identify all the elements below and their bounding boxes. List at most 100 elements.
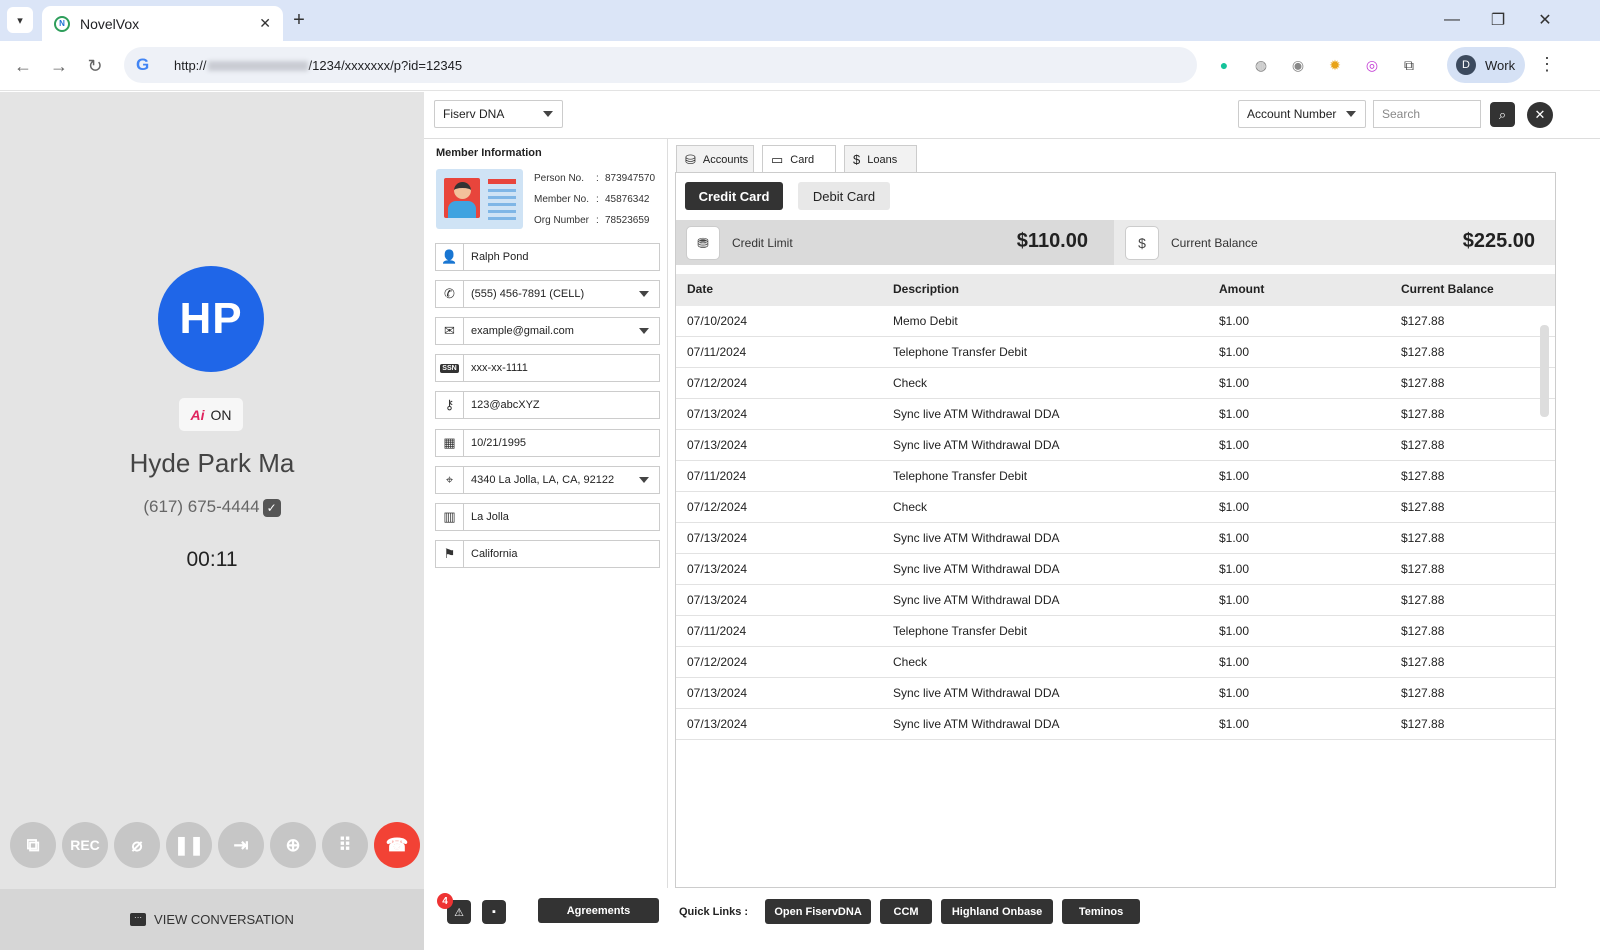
close-panel-button[interactable]: ✕ — [1527, 102, 1553, 128]
globe-icon[interactable]: ◍ — [1250, 54, 1272, 76]
search-button[interactable]: ⌕ — [1490, 102, 1515, 127]
table-row[interactable]: 07/10/2024 Memo Debit $1.00 $127.88 — [676, 306, 1555, 337]
mute-button[interactable]: ⌀ — [114, 822, 160, 868]
forward-arrow-icon[interactable]: → — [47, 54, 71, 78]
table-row[interactable]: 07/13/2024 Sync live ATM Withdrawal DDA $1… — [676, 709, 1555, 740]
caller-number-row: (617) 675-4444 ✓ — [0, 497, 424, 517]
tab-loans[interactable]: $ Loans — [844, 145, 917, 173]
chevron-down-icon[interactable] — [639, 291, 649, 297]
cell-description: Telephone Transfer Debit — [893, 345, 1028, 359]
table-row[interactable]: 07/13/2024 Sync live ATM Withdrawal DDA $1… — [676, 678, 1555, 709]
transfer-button[interactable]: ⇥ — [218, 822, 264, 868]
money-bag-icon: $ — [853, 152, 861, 167]
key-icon: ⚷ — [436, 392, 464, 418]
dialpad-icon: ⠿ — [338, 834, 352, 855]
dialpad-button[interactable]: ⠿ — [322, 822, 368, 868]
cell-amount: $1.00 — [1219, 469, 1250, 483]
current-balance-label: Current Balance — [1171, 236, 1258, 250]
quick-link-open-fiservdna[interactable]: Open FiservDNA — [765, 899, 872, 924]
notes-button[interactable]: ▪ — [482, 900, 506, 924]
cell-balance: $127.88 — [1401, 438, 1445, 452]
end-call-button[interactable]: ☎ — [374, 822, 420, 868]
table-row[interactable]: 07/13/2024 Sync live ATM Withdrawal DDA $1… — [676, 523, 1555, 554]
quick-link-highland-onbase[interactable]: Highland Onbase — [941, 899, 1054, 924]
reload-icon[interactable]: ↻ — [83, 54, 107, 78]
table-row[interactable]: 07/11/2024 Telephone Transfer Debit $1.00 $… — [676, 461, 1555, 492]
email-field[interactable]: ✉ example@gmail.com — [435, 317, 660, 345]
credit-limit-label: Credit Limit — [732, 236, 793, 250]
city-field[interactable]: ▥ La Jolla — [435, 503, 660, 531]
chevron-down-icon[interactable] — [639, 328, 649, 334]
agreements-button[interactable]: Agreements — [538, 898, 659, 923]
extension-badge-icon[interactable]: ✹ — [1324, 54, 1346, 76]
cell-balance: $127.88 — [1401, 376, 1445, 390]
puzzle-extensions-icon[interactable]: ⧉ — [1398, 54, 1420, 76]
address-field[interactable]: ⌖ 4340 La Jolla, LA, CA, 92122 — [435, 466, 660, 494]
tab-search-chevron-icon[interactable]: ▾ — [7, 7, 33, 33]
address-bar[interactable]: G http:///1234/xxxxxxx/p?id=12345 — [124, 47, 1197, 83]
system-select[interactable]: Fiserv DNA — [434, 100, 563, 128]
view-conversation-button[interactable]: ··· VIEW CONVERSATION — [0, 889, 424, 950]
table-row[interactable]: 07/11/2024 Telephone Transfer Debit $1.00 $… — [676, 337, 1555, 368]
cell-description: Sync live ATM Withdrawal DDA — [893, 593, 1060, 607]
cell-date: 07/11/2024 — [687, 345, 747, 359]
password-field[interactable]: ⚷ 123@abcXYZ — [435, 391, 660, 419]
record-button[interactable]: REC — [62, 822, 108, 868]
browser-tab[interactable]: N NovelVox ✕ — [42, 6, 283, 41]
table-row[interactable]: 07/12/2024 Check $1.00 $127.88 — [676, 492, 1555, 523]
cell-description: Sync live ATM Withdrawal DDA — [893, 562, 1060, 576]
back-arrow-icon[interactable]: ← — [11, 54, 35, 78]
window-close-icon[interactable]: ✕ — [1525, 6, 1565, 34]
quick-link-ccm[interactable]: CCM — [880, 899, 933, 924]
restore-icon[interactable]: ❐ — [1478, 6, 1518, 34]
table-row[interactable]: 07/13/2024 Sync live ATM Withdrawal DDA $1… — [676, 399, 1555, 430]
credit-card-button[interactable]: Credit Card — [685, 182, 783, 210]
state-field[interactable]: ⚑ California — [435, 540, 660, 568]
table-header: Date Description Amount Current Balance — [676, 274, 1555, 306]
cell-description: Check — [893, 655, 928, 669]
color-picker-icon[interactable]: ◎ — [1361, 54, 1383, 76]
table-row[interactable]: 07/11/2024 Telephone Transfer Debit $1.00 $… — [676, 616, 1555, 647]
credit-limit-value: $110.00 — [1016, 230, 1088, 252]
quick-links-label: Quick Links : — [679, 905, 749, 918]
table-row[interactable]: 07/12/2024 Check $1.00 $127.88 — [676, 647, 1555, 678]
table-row[interactable]: 07/13/2024 Sync live ATM Withdrawal DDA $1… — [676, 430, 1555, 461]
tab-accounts[interactable]: ⛁ Accounts — [676, 145, 754, 173]
cell-balance: $127.88 — [1401, 314, 1445, 328]
hold-button[interactable]: ❚❚ — [166, 822, 212, 868]
cell-amount: $1.00 — [1219, 345, 1250, 359]
ai-toggle[interactable]: Ai ON — [179, 398, 243, 431]
phone-field[interactable]: ✆ (555) 456-7891 (CELL) — [435, 280, 660, 308]
tab-card[interactable]: ▭ Card — [762, 145, 836, 174]
search-input[interactable]: Search — [1373, 100, 1481, 128]
caller-name: Hyde Park Ma — [129, 448, 295, 478]
chevron-down-icon[interactable] — [639, 477, 649, 483]
ssn-field[interactable]: SSN xxx-xx-1111 — [435, 354, 660, 382]
search-type-select[interactable]: Account Number — [1238, 100, 1366, 128]
cell-description: Telephone Transfer Debit — [893, 469, 1028, 483]
table-row[interactable]: 07/13/2024 Sync live ATM Withdrawal DDA $1… — [676, 554, 1555, 585]
browser-menu-icon[interactable]: ⋮ — [1537, 54, 1557, 75]
profile-button[interactable]: D Work — [1447, 47, 1525, 83]
dob-field[interactable]: ▦ 10/21/1995 — [435, 429, 660, 457]
table-row[interactable]: 07/13/2024 Sync live ATM Withdrawal DDA $1… — [676, 585, 1555, 616]
cell-amount: $1.00 — [1219, 624, 1250, 638]
new-tab-plus-icon[interactable]: + — [288, 9, 310, 31]
caller-avatar: HP — [158, 266, 264, 372]
transactions-table-body: 07/10/2024 Memo Debit $1.00 $127.88 07/11/20… — [676, 306, 1555, 740]
debit-card-button[interactable]: Debit Card — [798, 182, 890, 210]
cell-date: 07/13/2024 — [687, 407, 748, 421]
cell-date: 07/11/2024 — [687, 469, 747, 483]
add-user-icon: ⊕ — [285, 834, 301, 855]
quick-link-teminos[interactable]: Teminos — [1062, 899, 1141, 924]
tab-close-icon[interactable]: ✕ — [259, 15, 271, 32]
screen-share-button[interactable]: ⧉ — [10, 822, 56, 868]
table-scrollbar[interactable] — [1540, 325, 1549, 417]
minimize-icon[interactable]: — — [1432, 6, 1472, 34]
name-field[interactable]: 👤 Ralph Pond — [435, 243, 660, 271]
camera-icon[interactable]: ◉ — [1287, 54, 1309, 76]
grammarly-icon[interactable]: ● — [1213, 54, 1235, 76]
add-participant-button[interactable]: ⊕ — [270, 822, 316, 868]
search-type-value: Account Number — [1247, 107, 1337, 121]
table-row[interactable]: 07/12/2024 Check $1.00 $127.88 — [676, 368, 1555, 399]
